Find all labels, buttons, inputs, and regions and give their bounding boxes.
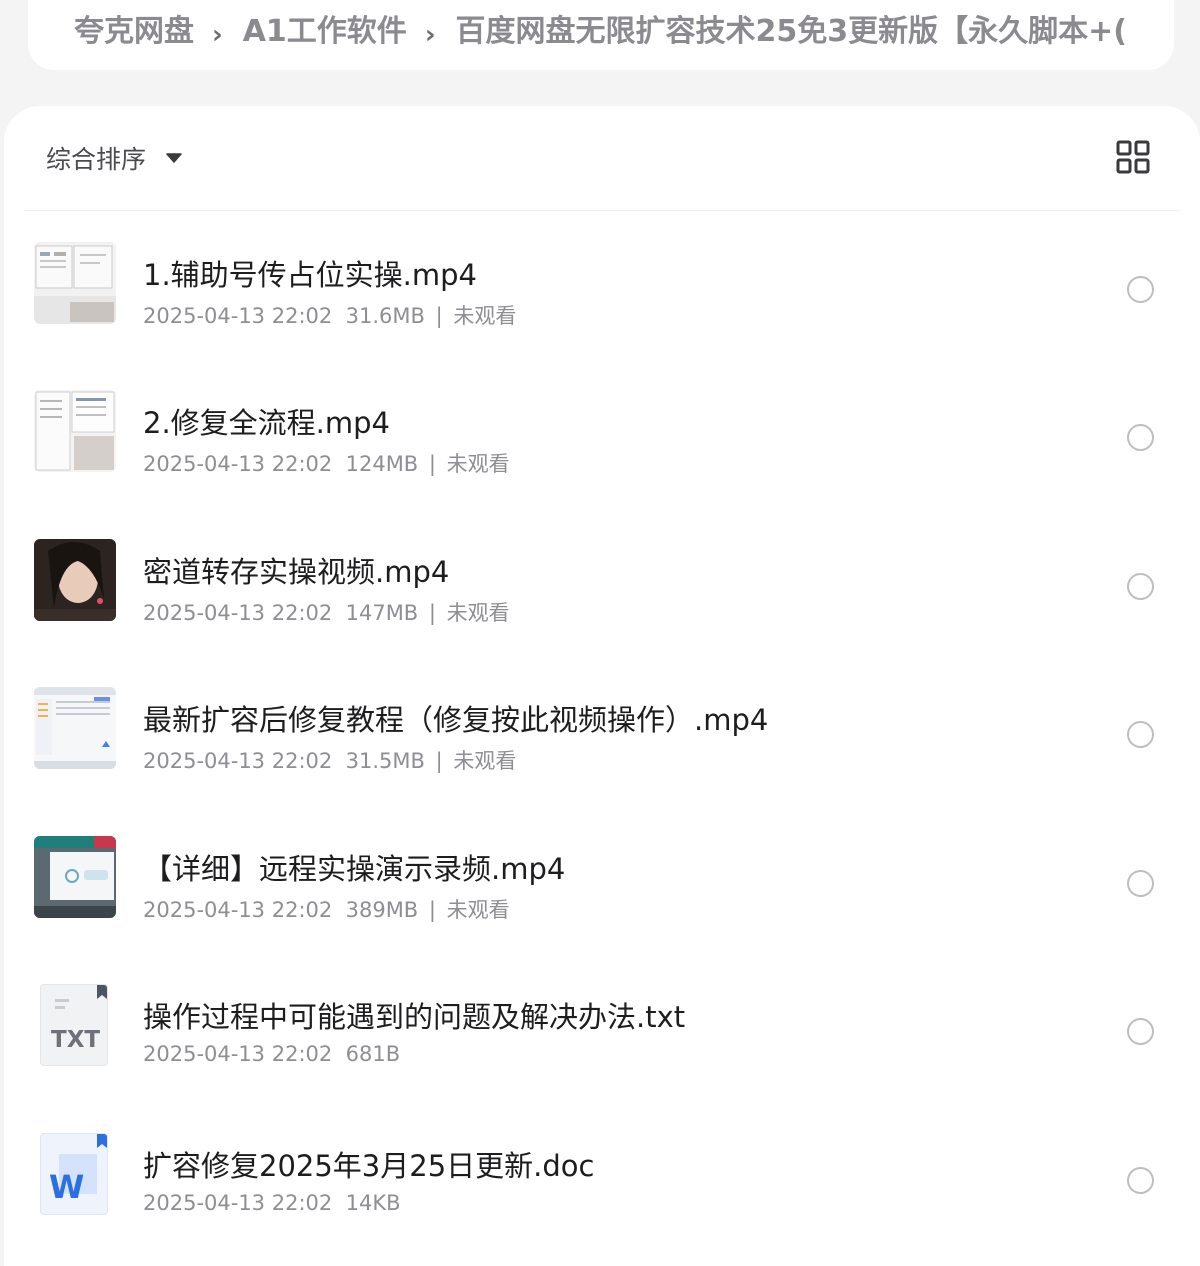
word-file-icon: W [40,1133,108,1215]
meta-separator: | [428,304,450,328]
video-thumbnail [34,539,116,621]
select-checkbox[interactable] [1127,721,1154,748]
breadcrumb-separator-icon: › [212,20,223,50]
sort-label: 综合排序 [46,145,147,174]
list-toolbar: 综合排序 [4,106,1200,212]
file-name: 1.辅助号传占位实操.mp4 [143,258,477,292]
file-meta: 2025-04-13 22:02 31.6MB | 未观看 [143,300,516,330]
breadcrumb-separator-icon: › [424,20,436,50]
file-size: 389MB [345,898,419,922]
file-name: 操作过程中可能遇到的问题及解决办法.txt [143,1000,686,1034]
video-thumbnail [34,390,116,472]
file-date: 2025-04-13 22:02 [143,1191,333,1215]
file-meta: 2025-04-13 22:02 31.5MB | 未观看 [143,745,516,775]
file-name: 扩容修复2025年3月25日更新.doc [143,1149,595,1183]
select-checkbox[interactable] [1127,1167,1154,1194]
file-row[interactable]: 1.辅助号传占位实操.mp4 2025-04-13 22:02 31.6MB |… [4,211,1200,359]
select-checkbox[interactable] [1127,870,1154,897]
file-size: 31.6MB [345,304,425,328]
video-thumbnail [34,836,116,918]
grid-view-icon[interactable] [1116,140,1150,174]
txt-badge: TXT [51,1027,101,1053]
breadcrumb-item-root[interactable]: 夸克网盘 [74,6,194,50]
file-row[interactable]: W 扩容修复2025年3月25日更新.doc 2025-04-13 22:02 … [4,1102,1200,1250]
file-meta: 2025-04-13 22:02 124MB | 未观看 [143,448,510,478]
file-date: 2025-04-13 22:02 [143,749,333,773]
select-checkbox[interactable] [1127,276,1154,303]
select-checkbox[interactable] [1127,1018,1154,1045]
video-thumbnail [34,242,116,324]
file-size: 681B [345,1042,401,1066]
file-row[interactable]: 最新扩容后修复教程（修复按此视频操作）.mp4 2025-04-13 22:02… [4,656,1200,804]
video-thumbnail [34,687,116,769]
meta-separator: | [422,601,443,625]
file-size: 124MB [345,452,419,476]
watch-status: 未观看 [446,601,510,625]
meta-separator: | [422,898,443,922]
select-checkbox[interactable] [1127,424,1154,451]
file-meta: 2025-04-13 22:02 147MB | 未观看 [143,597,510,627]
file-date: 2025-04-13 22:02 [143,898,333,922]
file-row[interactable]: 【详细】远程实操演示录频.mp4 2025-04-13 22:02 389MB … [4,805,1200,953]
word-badge: W [49,1168,85,1206]
file-row[interactable]: 密道转存实操视频.mp4 2025-04-13 22:02 147MB | 未观… [4,508,1200,656]
meta-separator: | [422,452,443,476]
sort-dropdown[interactable]: 综合排序 [46,140,182,176]
file-name: 最新扩容后修复教程（修复按此视频操作）.mp4 [143,703,769,737]
file-date: 2025-04-13 22:02 [143,452,333,476]
breadcrumb: 夸克网盘 › A1工作软件 › 百度网盘无限扩容技术25免3更新版【永久脚本+( [28,0,1174,70]
file-size: 31.5MB [345,749,425,773]
file-row[interactable]: TXT 操作过程中可能遇到的问题及解决办法.txt 2025-04-13 22:… [4,953,1200,1101]
select-checkbox[interactable] [1127,573,1154,600]
file-row[interactable]: 2.修复全流程.mp4 2025-04-13 22:02 124MB | 未观看 [4,359,1200,507]
file-size: 147MB [345,601,419,625]
file-meta: 2025-04-13 22:02 389MB | 未观看 [143,894,510,924]
file-meta: 2025-04-13 22:02 681B [143,1042,400,1066]
file-date: 2025-04-13 22:02 [143,1042,333,1066]
breadcrumb-item-current: 百度网盘无限扩容技术25免3更新版【永久脚本+( [455,14,1128,49]
caret-down-icon [166,153,182,163]
file-name: 2.修复全流程.mp4 [143,406,390,440]
meta-separator: | [428,749,450,773]
watch-status: 未观看 [446,452,510,476]
txt-file-icon: TXT [40,984,108,1066]
file-date: 2025-04-13 22:02 [143,304,333,328]
breadcrumb-item-folder[interactable]: A1工作软件 [243,6,407,50]
watch-status: 未观看 [446,898,510,922]
file-name: 【详细】远程实操演示录频.mp4 [143,852,566,886]
watch-status: 未观看 [453,749,517,773]
file-date: 2025-04-13 22:02 [143,601,333,625]
file-name: 密道转存实操视频.mp4 [143,555,450,589]
file-meta: 2025-04-13 22:02 14KB [143,1191,401,1215]
watch-status: 未观看 [453,304,517,328]
file-size: 14KB [345,1191,401,1215]
file-list-panel: 综合排序 1.辅助号传占位实操.mp4 2025-04-13 22:02 31.… [4,106,1200,1266]
